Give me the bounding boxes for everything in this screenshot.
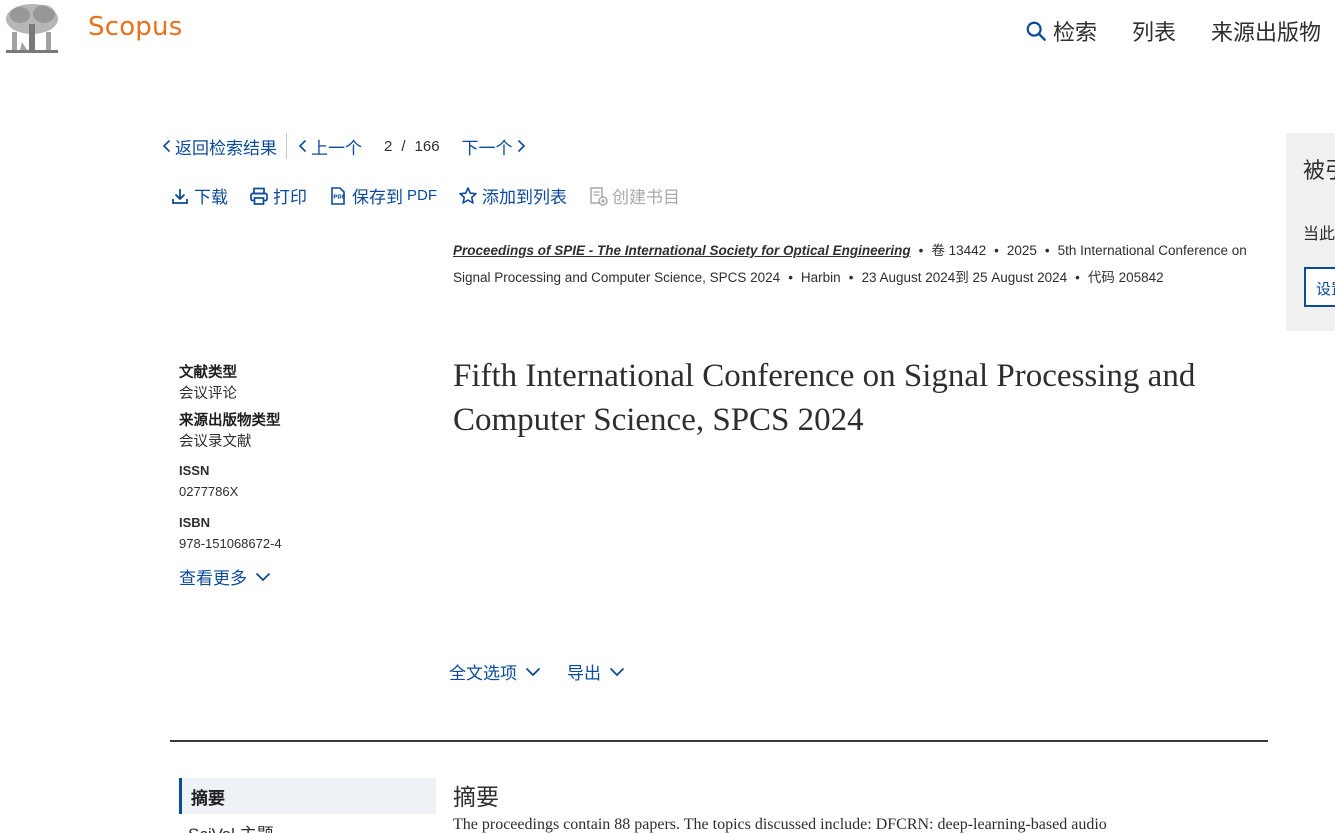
chevron-down-icon (255, 572, 271, 581)
nav-sources-label: 来源出版物 (1210, 20, 1321, 45)
volume: 卷 13442 (931, 243, 987, 258)
download-icon (172, 188, 188, 204)
section-nav-scival[interactable]: SciVal 主题 (179, 814, 436, 833)
set-alert-label: 设置 (1316, 281, 1335, 298)
export-dropdown[interactable]: 导出 (567, 659, 625, 684)
section-nav-abstract[interactable]: 摘要 (179, 778, 436, 814)
nav-search-label: 检索 (1052, 20, 1097, 45)
cited-by-panel: 被引 当此文献 设置 (1286, 133, 1335, 331)
abstract-text: The proceedings contain 88 papers. The t… (453, 816, 1107, 833)
separator-dot: • (1044, 243, 1050, 258)
issn-label: ISSN (179, 463, 210, 478)
nav-lists[interactable]: 列表 (1132, 15, 1176, 47)
year: 2025 (1006, 243, 1037, 258)
abstract-heading: 摘要 (453, 784, 499, 810)
doc-type-label: 文献类型 (179, 365, 237, 381)
section-nav: 摘要 SciVal 主题 (179, 778, 436, 833)
print-icon (250, 187, 268, 205)
document-options: 全文选项 导出 (449, 659, 625, 684)
see-more-label: 查看更多 (179, 569, 247, 588)
separator-dot: • (994, 243, 999, 258)
section-divider (170, 740, 1268, 742)
nav-lists-label: 列表 (1131, 20, 1176, 45)
save-pdf-button[interactable]: PDF 保存到 PDF (328, 183, 437, 208)
next-link[interactable]: 下一个 (462, 134, 526, 159)
add-to-list-label: 添加到列表 (482, 188, 567, 207)
document-title: Fifth International Conference on Signal… (453, 358, 1196, 438)
total-count: 166 (414, 137, 440, 155)
nav-search[interactable]: 检索 (1025, 15, 1097, 47)
save-pdf-suffix: PDF (407, 187, 437, 204)
back-to-results-link[interactable]: 返回检索结果 (162, 134, 277, 159)
top-header: Scopus 检索 列表 来源出版物 (0, 0, 1335, 62)
previous-link[interactable]: 上一个 (298, 134, 362, 159)
scopus-brand[interactable]: Scopus (88, 12, 182, 42)
result-position: 2 / 166 (384, 138, 440, 155)
chevron-right-icon (517, 139, 525, 153)
source-info: Proceedings of SPIE - The International … (453, 237, 1273, 291)
chevron-down-icon (609, 667, 625, 676)
issn-value: 0277786X (179, 484, 239, 499)
journal-link[interactable]: Proceedings of SPIE - The International … (453, 243, 911, 258)
elsevier-logo-icon[interactable] (2, 2, 62, 58)
result-pager: 返回检索结果 上一个 2 / 166 下一个 (162, 132, 526, 160)
doc-type-value: 会议评论 (179, 386, 237, 402)
add-to-list-button[interactable]: 添加到列表 (458, 183, 567, 208)
bibliography-icon (590, 186, 608, 206)
previous-label: 上一个 (311, 138, 362, 158)
fulltext-options-label: 全文选项 (449, 664, 517, 683)
position-slash: / (401, 137, 406, 155)
search-icon (1026, 21, 1046, 41)
separator-dot: • (848, 270, 854, 285)
pdf-icon: PDF (331, 186, 346, 205)
conference-code: 代码 205842 (1087, 270, 1164, 285)
cited-by-text: 当此文献 (1303, 226, 1335, 243)
separator-dot: • (788, 270, 793, 285)
conference-location: Harbin (800, 270, 841, 285)
download-button[interactable]: 下载 (170, 183, 228, 208)
isbn-label: ISBN (179, 515, 211, 530)
export-label: 导出 (567, 664, 601, 683)
document-actions: 下载 打印 PDF 保存到 PDF 添加到列表 创建书目 (170, 183, 680, 208)
conference-dates: 23 August 2024到 25 August 2024 (861, 270, 1068, 285)
section-nav-abstract-label: 摘要 (191, 788, 225, 808)
see-more-button[interactable]: 查看更多 (179, 564, 429, 589)
cited-by-title: 被引 (1303, 158, 1335, 183)
chevron-down-icon (525, 667, 541, 676)
print-button[interactable]: 打印 (249, 183, 307, 208)
separator-dot: • (1075, 270, 1080, 285)
print-label: 打印 (273, 188, 307, 207)
source-type-label: 来源出版物类型 (179, 413, 281, 429)
nav-sources[interactable]: 来源出版物 (1211, 15, 1321, 47)
fulltext-options-dropdown[interactable]: 全文选项 (449, 659, 541, 684)
create-bibliography-button[interactable]: 创建书目 (588, 183, 680, 208)
chevron-left-icon (298, 139, 307, 153)
current-index: 2 (384, 137, 393, 155)
separator-dot: • (918, 243, 924, 258)
set-alert-button[interactable]: 设置 (1304, 267, 1335, 307)
star-icon (459, 186, 477, 204)
top-nav: 检索 列表 来源出版物 (1025, 15, 1321, 47)
document-metadata: 文献类型 会议评论 来源出版物类型 会议录文献 ISSN 0277786X IS… (179, 361, 429, 589)
svg-text:PDF: PDF (333, 194, 346, 200)
pager-divider (286, 133, 287, 159)
source-type-value: 会议录文献 (179, 434, 252, 450)
save-pdf-label: 保存到 (352, 188, 403, 207)
isbn-value: 978-151068672-4 (179, 536, 282, 551)
next-label: 下一个 (461, 138, 513, 158)
back-label: 返回检索结果 (175, 138, 277, 158)
download-label: 下载 (194, 188, 228, 207)
section-nav-scival-label: SciVal 主题 (188, 820, 274, 833)
create-bibliography-label: 创建书目 (612, 188, 680, 207)
chevron-left-icon (162, 139, 171, 153)
